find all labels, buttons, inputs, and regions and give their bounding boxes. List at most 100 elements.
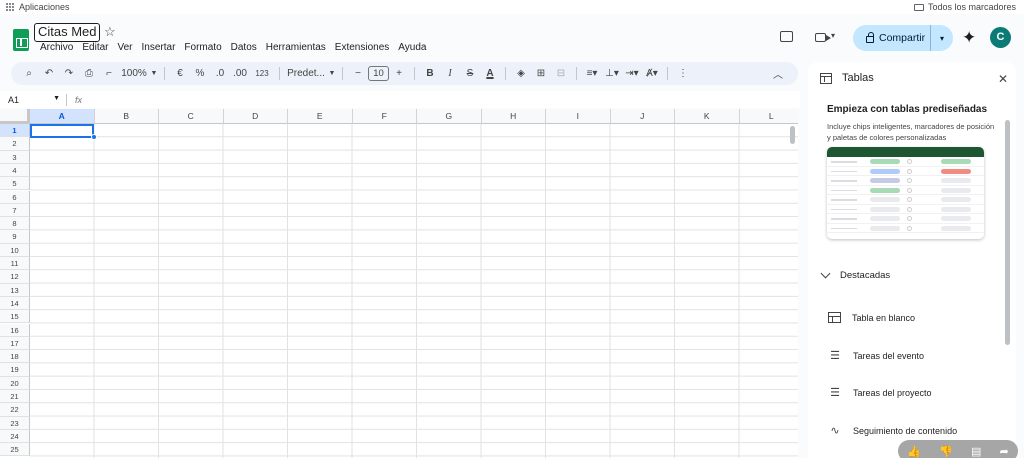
menu-ayuda[interactable]: Ayuda: [398, 42, 426, 53]
fill-color-icon[interactable]: ◈: [511, 62, 531, 85]
column-header-c[interactable]: C: [159, 109, 224, 124]
font-size-input[interactable]: 10: [368, 66, 389, 81]
row-header-18[interactable]: 18: [0, 350, 30, 364]
row-header-16[interactable]: 16: [0, 323, 30, 337]
video-call-icon[interactable]: [815, 33, 831, 42]
vertical-scrollbar[interactable]: [790, 126, 795, 144]
horizontal-align-icon[interactable]: ≡▾: [582, 62, 602, 85]
row-header-11[interactable]: 11: [0, 257, 30, 271]
text-rotation-icon[interactable]: Ⱥ▾: [642, 62, 662, 85]
menu-ver[interactable]: Ver: [117, 42, 132, 53]
column-header-h[interactable]: H: [481, 109, 546, 124]
row-header-2[interactable]: 2: [0, 137, 30, 151]
print-icon[interactable]: ⎙: [79, 62, 99, 85]
row-header-10[interactable]: 10: [0, 243, 30, 257]
sheets-logo-icon[interactable]: [13, 29, 29, 51]
column-header-d[interactable]: D: [223, 109, 288, 124]
row-header-5[interactable]: 5: [0, 177, 30, 191]
fill-handle[interactable]: [91, 134, 97, 140]
strikethrough-button[interactable]: S: [460, 62, 480, 85]
row-header-3[interactable]: 3: [0, 150, 30, 164]
row-header-20[interactable]: 20: [0, 376, 30, 390]
currency-format-button[interactable]: €: [170, 62, 190, 85]
cells-area[interactable]: [30, 124, 798, 458]
collapse-toolbar-icon[interactable]: ︿: [768, 62, 788, 85]
close-icon[interactable]: ✕: [998, 72, 1008, 86]
share-button[interactable]: Compartir ▾: [853, 25, 953, 51]
row-header-22[interactable]: 22: [0, 403, 30, 417]
undo-icon[interactable]: ↶: [39, 62, 59, 85]
row-header-24[interactable]: 24: [0, 429, 30, 444]
selected-cell[interactable]: [30, 124, 94, 138]
all-bookmarks[interactable]: Todos los marcadores: [913, 0, 1016, 14]
row-header-6[interactable]: 6: [0, 190, 30, 204]
vertical-align-icon[interactable]: ⊥▾: [602, 62, 622, 85]
row-header-9[interactable]: 9: [0, 230, 30, 244]
font-size-increase-button[interactable]: +: [389, 62, 409, 85]
notes-icon[interactable]: ▤: [971, 445, 981, 458]
menu-editar[interactable]: Editar: [82, 42, 108, 53]
decrease-decimals-button[interactable]: .0: [210, 62, 230, 85]
text-wrap-icon[interactable]: ⇥▾: [622, 62, 642, 85]
row-header-1[interactable]: 1: [0, 124, 30, 138]
menu-formato[interactable]: Formato: [184, 42, 221, 53]
chevron-down-icon[interactable]: ▼: [327, 62, 337, 85]
column-header-a[interactable]: A: [30, 109, 95, 124]
template-item-event-tasks[interactable]: ☰ Tareas del evento: [828, 349, 924, 362]
doc-title-input[interactable]: Citas Med: [34, 23, 100, 42]
avatar[interactable]: C: [990, 27, 1011, 48]
row-header-15[interactable]: 15: [0, 310, 30, 324]
font-size-decrease-button[interactable]: −: [348, 62, 368, 85]
thumbs-down-icon[interactable]: 👎: [939, 445, 953, 458]
percent-format-button[interactable]: %: [190, 62, 210, 85]
star-icon[interactable]: ☆: [104, 24, 116, 40]
row-header-19[interactable]: 19: [0, 363, 30, 377]
featured-section-toggle[interactable]: Destacadas: [820, 268, 890, 281]
borders-icon[interactable]: ⊞: [531, 62, 551, 85]
column-header-j[interactable]: J: [610, 109, 675, 124]
italic-button[interactable]: I: [440, 62, 460, 85]
menu-herramientas[interactable]: Herramientas: [266, 42, 326, 53]
row-header-25[interactable]: 25: [0, 443, 30, 457]
menu-insertar[interactable]: Insertar: [142, 42, 176, 53]
panel-scrollbar[interactable]: [1005, 120, 1010, 345]
more-options-icon[interactable]: ⋮: [673, 62, 693, 85]
number-format-button[interactable]: 123: [250, 62, 274, 85]
search-icon[interactable]: ⌕: [19, 62, 39, 85]
row-header-17[interactable]: 17: [0, 336, 30, 351]
template-item-project-tasks[interactable]: ☰ Tareas del proyecto: [828, 386, 931, 399]
column-header-g[interactable]: G: [417, 109, 482, 124]
row-header-23[interactable]: 23: [0, 416, 30, 430]
menu-archivo[interactable]: Archivo: [40, 42, 73, 53]
name-box[interactable]: A1 ▼: [0, 95, 66, 105]
comment-icon[interactable]: [780, 31, 793, 42]
share-arrow-icon[interactable]: ➦: [1000, 445, 1009, 458]
share-dropdown-icon[interactable]: ▾: [931, 34, 953, 43]
row-header-13[interactable]: 13: [0, 283, 30, 297]
chevron-down-icon[interactable]: ▾: [831, 31, 835, 40]
gemini-sparkle-icon[interactable]: ✦: [962, 28, 976, 48]
table-template-preview[interactable]: [827, 147, 984, 239]
menu-datos[interactable]: Datos: [231, 42, 257, 53]
row-header-12[interactable]: 12: [0, 270, 30, 284]
column-header-i[interactable]: I: [546, 109, 611, 124]
merge-cells-icon[interactable]: ⊟: [551, 62, 571, 85]
column-header-b[interactable]: B: [94, 109, 159, 124]
row-header-7[interactable]: 7: [0, 203, 30, 218]
increase-decimals-button[interactable]: .00: [230, 62, 250, 85]
thumbs-up-icon[interactable]: 👍: [907, 445, 921, 458]
template-item-blank-table[interactable]: Tabla en blanco: [828, 312, 915, 323]
apps-bookmark[interactable]: Aplicaciones: [6, 2, 70, 12]
row-header-4[interactable]: 4: [0, 163, 30, 178]
select-all-corner[interactable]: [0, 109, 30, 124]
redo-icon[interactable]: ↷: [59, 62, 79, 85]
font-select[interactable]: Predet...: [285, 62, 327, 85]
zoom-select[interactable]: 100%: [119, 62, 149, 85]
column-header-l[interactable]: L: [739, 109, 798, 124]
template-item-content-tracking[interactable]: ∿ Seguimiento de contenido: [828, 424, 957, 437]
row-header-8[interactable]: 8: [0, 217, 30, 231]
menu-extensiones[interactable]: Extensiones: [335, 42, 389, 53]
text-color-button[interactable]: A: [480, 62, 500, 85]
row-header-21[interactable]: 21: [0, 390, 30, 404]
column-header-e[interactable]: E: [288, 109, 353, 124]
